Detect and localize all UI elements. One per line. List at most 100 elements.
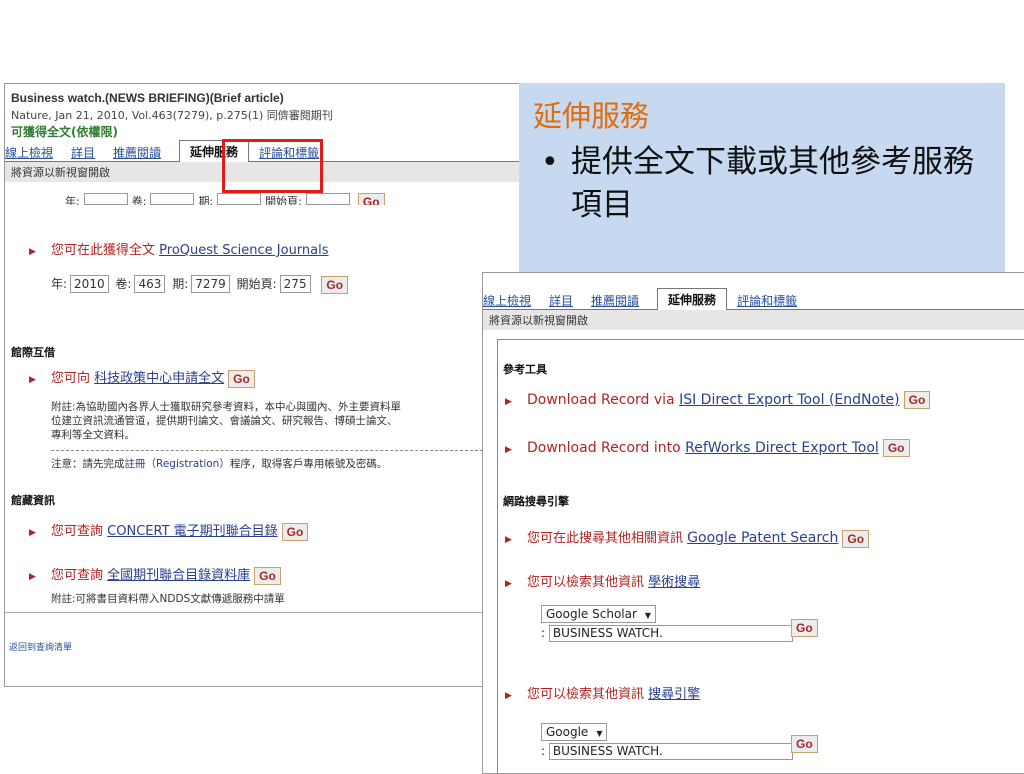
ndds-note: 附註:可將書目資料帶入NDDS文獻傳遞服務中請單 (51, 593, 285, 605)
union-catalog-link[interactable]: 全國期刊聯合目錄資料庫 (107, 568, 250, 583)
go-button-cut[interactable]: Go (357, 193, 385, 205)
go-button-patent[interactable]: Go (842, 529, 870, 548)
ill-note-line-1: 附註:為協助國內各界人士獲取研究參考資料，本中心與國內、外主要資料單 (51, 401, 402, 413)
scholar-query-input[interactable]: BUSINESS WATCH. (548, 625, 793, 642)
ill-note-line-3: 專利等全文資料。 (51, 429, 135, 441)
start-page-field[interactable]: 275 (279, 275, 311, 293)
colon-label: : (541, 626, 546, 640)
ill-request-link[interactable]: 科技政策中心申請全文 (94, 371, 224, 386)
issue-label: 期: (172, 277, 189, 291)
concert-link[interactable]: CONCERT 電子期刊聯合目錄 (107, 524, 278, 539)
ill-line: ▶ 您可向 科技政策中心申請全文 Go (29, 367, 255, 388)
registration-link[interactable]: 註冊（Registration） (125, 458, 230, 470)
go-button-scholar[interactable]: Go (791, 618, 818, 637)
issue-label: 期: (198, 195, 214, 205)
triangle-bullet-icon: ▶ (29, 375, 36, 385)
ill-note-line-2: 位建立資訊流通管道，提供期刊論文、會議論文、研究報告、博碩士論文、 (51, 415, 398, 427)
tab-recommended[interactable]: 推薦閱讀 (113, 144, 161, 161)
tab-extended-services[interactable]: 延伸服務 (657, 288, 728, 310)
triangle-bullet-icon: ▶ (505, 535, 512, 545)
volume-label: 卷: (131, 195, 147, 205)
triangle-bullet-icon: ▶ (505, 579, 512, 589)
holdings-heading: 館藏資訊 (11, 494, 55, 507)
slide-heading: 延伸服務 (533, 99, 650, 133)
triangle-bullet-icon: ▶ (505, 691, 512, 701)
dropdown-caret-icon: ▼ (644, 611, 652, 620)
engine-line: ▶ 您可以檢索其他資訊 搜尋引擎 (505, 683, 700, 702)
record-panel-right: 線上檢視 詳目 推薦閱讀 延伸服務 評論和標籤 將資源以新視窗開啟 參考工具 ▶… (482, 272, 1024, 774)
refworks-export-link[interactable]: RefWorks Direct Export Tool (685, 440, 879, 456)
google-patent-link[interactable]: Google Patent Search (687, 530, 838, 546)
start-page-label: 開始頁: (265, 195, 302, 205)
go-button-engine[interactable]: Go (791, 734, 818, 753)
reference-tools-heading: 參考工具 (503, 363, 547, 376)
volume-box (150, 193, 195, 205)
engine-select-value: Google (546, 725, 589, 739)
web-engine-select[interactable]: Google ▼ (541, 723, 608, 741)
endnote-export-link[interactable]: ISI Direct Export Tool (EndNote) (679, 392, 900, 408)
new-window-toggle[interactable]: 將資源以新視窗開啟 (483, 310, 1024, 330)
year-label: 年: (65, 195, 80, 205)
tab-bar-right: 線上檢視 詳目 推薦閱讀 延伸服務 評論和標籤 將資源以新視窗開啟 (483, 287, 1024, 330)
scholar-engine-select[interactable]: Google Scholar ▼ (541, 605, 657, 623)
search-engine-heading: 網路搜尋引擎 (503, 495, 569, 508)
record-title[interactable]: Business watch.(NEWS BRIEFING)(Brief art… (11, 91, 284, 105)
go-button-proquest[interactable]: Go (321, 275, 349, 294)
search-engine-link[interactable]: 搜尋引擎 (648, 687, 700, 702)
union-prefix: 您可查詢 (51, 568, 104, 583)
scholar-search-link[interactable]: 學術搜尋 (648, 575, 700, 590)
fulltext-proquest-line: ▶ 您可在此獲得全文 ProQuest Science Journals (29, 239, 329, 258)
scholar-form: Google Scholar ▼ : BUSINESS WATCH. (541, 603, 793, 642)
triangle-bullet-icon: ▶ (505, 397, 512, 407)
go-button-ill[interactable]: Go (228, 369, 255, 388)
fulltext-status[interactable]: 可獲得全文(依權限) (11, 123, 118, 140)
proquest-link[interactable]: ProQuest Science Journals (159, 243, 328, 258)
triangle-bullet-icon: ▶ (29, 572, 36, 582)
tab-reviews-tags[interactable]: 評論和標籤 (737, 292, 797, 309)
union-catalog-line: ▶ 您可查詢 全國期刊聯合目錄資料庫 Go (29, 564, 281, 585)
engine-form: Google ▼ : BUSINESS WATCH. (541, 721, 793, 760)
tab-online-view[interactable]: 線上檢視 (483, 292, 531, 309)
go-button-refworks[interactable]: Go (882, 439, 910, 457)
back-to-results-link[interactable]: 返回到查詢清單 (9, 640, 72, 653)
go-button-union[interactable]: Go (254, 566, 281, 585)
issue-field[interactable]: 7279 (191, 275, 230, 293)
dashed-divider (51, 450, 483, 451)
ill-note: 附註:為協助國內各界人士獲取研究參考資料，本中心與國內、外主要資料單 位建立資訊… (51, 400, 491, 442)
engine-query-input[interactable]: BUSINESS WATCH. (548, 743, 793, 760)
ill-prefix: 您可向 (51, 371, 91, 386)
tab-details[interactable]: 詳目 (549, 292, 573, 309)
start-page-box (305, 193, 350, 205)
tab-details[interactable]: 詳目 (71, 144, 95, 161)
highlight-box (222, 139, 323, 193)
volume-label: 卷: (115, 277, 132, 291)
issue-box (217, 193, 262, 205)
ill-heading: 館際互借 (11, 346, 55, 359)
start-page-label: 開始頁: (236, 277, 277, 291)
endnote-line: ▶ Download Record via ISI Direct Export T… (505, 391, 931, 409)
patent-prefix: 您可在此搜尋其他相關資訊 (527, 531, 684, 546)
scholar-prefix: 您可以檢索其他資訊 (527, 575, 645, 590)
partially-hidden-fields: 年: 卷: 期: 開始頁: Go (65, 193, 385, 205)
year-field[interactable]: 2010 (70, 275, 109, 293)
record-meta: Nature, Jan 21, 2010, Vol.463(7279), p.2… (11, 109, 333, 122)
fulltext-prefix: 您可在此獲得全文 (51, 243, 156, 258)
year-label: 年: (51, 277, 68, 291)
engine-go-wrap: Go (787, 733, 818, 753)
bullet-dot-icon: • (541, 145, 559, 180)
tab-online-view[interactable]: 線上檢視 (5, 144, 53, 161)
scholar-go-wrap: Go (787, 617, 818, 637)
triangle-bullet-icon: ▶ (505, 445, 512, 455)
scholar-select-value: Google Scholar (546, 607, 637, 621)
go-button-endnote[interactable]: Go (903, 391, 931, 409)
engine-prefix: 您可以檢索其他資訊 (527, 687, 645, 702)
concert-prefix: 您可查詢 (51, 524, 104, 539)
go-button-concert[interactable]: Go (281, 522, 309, 541)
volume-field[interactable]: 463 (134, 275, 166, 293)
reg-note-prefix: 注意：請先完成 (51, 458, 125, 470)
colon-label: : (541, 744, 546, 758)
refworks-line: ▶ Download Record into RefWorks Direct Ex… (505, 439, 910, 457)
tab-recommended[interactable]: 推薦閱讀 (591, 292, 639, 309)
patent-search-line: ▶ 您可在此搜尋其他相關資訊 Google Patent Search Go (505, 527, 870, 548)
endnote-prefix: Download Record via (527, 392, 675, 408)
